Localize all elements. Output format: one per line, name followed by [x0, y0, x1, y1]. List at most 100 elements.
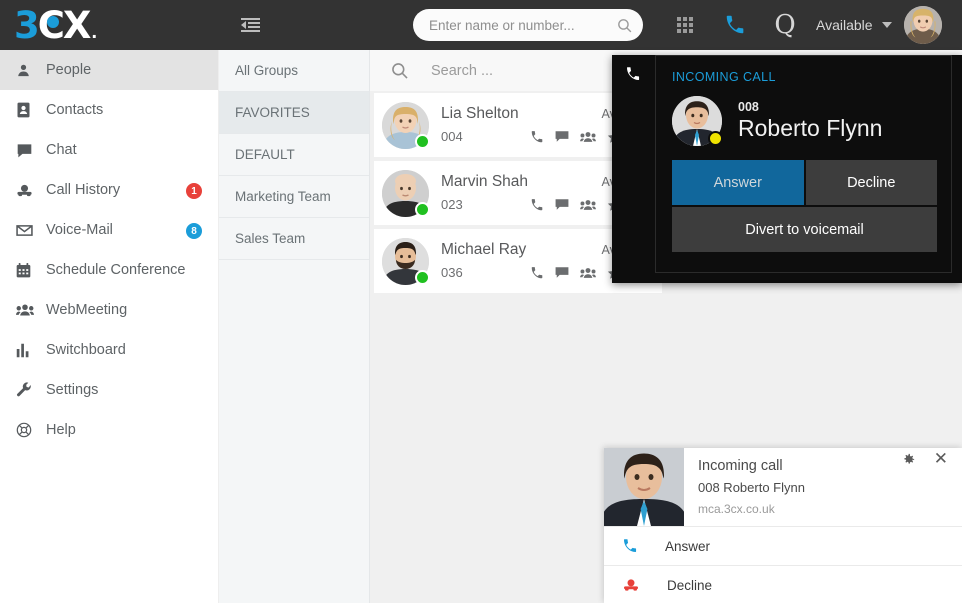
answer-button[interactable]: Answer: [672, 160, 804, 205]
chevron-down-icon: [881, 22, 892, 28]
divert-to-voicemail-button[interactable]: Divert to voicemail: [672, 207, 937, 252]
queue-button[interactable]: Q: [760, 0, 810, 50]
close-icon[interactable]: ✕: [934, 450, 948, 467]
top-bar: 3 CX . Enter name or number... Q Availab…: [0, 0, 962, 50]
notification-title: Incoming call: [698, 458, 783, 474]
presence-dot: [415, 269, 430, 285]
presence-dot: [415, 133, 430, 149]
top-actions: Q Available: [660, 0, 942, 50]
notification-answer-action[interactable]: Answer: [604, 526, 962, 565]
contact-card-icon: [16, 102, 46, 118]
apps-grid-button[interactable]: [660, 0, 710, 50]
notification-header: Incoming call 008 Roberto Flynn mca.3cx.…: [604, 448, 962, 526]
app-root: 3 CX . Enter name or number... Q Availab…: [0, 0, 962, 603]
phone-hangup-icon: [624, 579, 638, 591]
groups-panel: All Groups FAVORITES DEFAULT Marketing T…: [219, 50, 370, 603]
incoming-call-body: INCOMING CALL 008 Roberto Flynn Answer D…: [655, 55, 952, 273]
presence-status-label: Available: [816, 17, 873, 33]
sidebar-item-label: Switchboard: [46, 342, 126, 358]
avatar-image: [903, 6, 942, 44]
presence-status-selector[interactable]: Available: [816, 17, 892, 33]
sidebar-item-people[interactable]: People: [0, 50, 218, 90]
voicemail-badge: 8: [186, 223, 202, 239]
sidebar-item-settings[interactable]: Settings: [0, 370, 218, 410]
calendar-icon: [16, 262, 46, 278]
group-label: All Groups: [235, 63, 299, 78]
sidebar-item-switchboard[interactable]: Switchboard: [0, 330, 218, 370]
sidebar-item-label: WebMeeting: [46, 302, 128, 318]
group-item-marketing-team[interactable]: Marketing Team: [219, 176, 369, 218]
presence-dot: [415, 201, 430, 217]
sidebar-item-contacts[interactable]: Contacts: [0, 90, 218, 130]
group-people-icon[interactable]: [580, 199, 597, 211]
call-panel-tab[interactable]: [612, 55, 653, 93]
phone-icon[interactable]: [530, 130, 544, 144]
avatar-image: [604, 448, 684, 526]
group-item-all-groups[interactable]: All Groups: [219, 50, 369, 92]
group-item-default[interactable]: DEFAULT: [219, 134, 369, 176]
app-grid-icon: [677, 17, 693, 33]
caller-extension: 008: [738, 100, 759, 114]
phone-icon: [624, 539, 637, 552]
group-people-icon: [16, 303, 46, 317]
sidebar-item-label: Chat: [46, 142, 77, 158]
chat-bubble-icon[interactable]: [555, 130, 569, 143]
group-label: Sales Team: [235, 231, 306, 246]
group-item-sales-team[interactable]: Sales Team: [219, 218, 369, 260]
sidebar-item-label: Schedule Conference: [46, 262, 186, 278]
phone-icon: [626, 67, 639, 80]
lifebuoy-icon: [16, 422, 46, 438]
sidebar-item-voicemail[interactable]: Voice-Mail 8: [0, 210, 218, 250]
sidebar-item-label: People: [46, 62, 92, 78]
group-people-icon[interactable]: [580, 131, 597, 143]
notification-source: mca.3cx.co.uk: [698, 502, 775, 516]
group-people-icon[interactable]: [580, 267, 597, 279]
sidebar-item-webmeeting[interactable]: WebMeeting: [0, 290, 218, 330]
phone-icon: [726, 15, 744, 34]
notification-action-label: Answer: [665, 538, 711, 554]
caller-identity: 008 Roberto Flynn: [672, 96, 937, 146]
sidebar-item-label: Voice-Mail: [46, 222, 113, 238]
call-action-buttons: Answer Decline: [672, 160, 937, 205]
notification-caller-photo: [604, 448, 684, 526]
bar-chart-icon: [16, 343, 46, 358]
call-history-badge: 1: [186, 183, 202, 199]
sidebar-item-label: Call History: [46, 182, 121, 198]
incoming-call-notification: Incoming call 008 Roberto Flynn mca.3cx.…: [604, 448, 962, 603]
contact-extension: 036: [441, 265, 463, 280]
contact-name: Marvin Shah: [441, 172, 529, 190]
caller-meta: 008 Roberto Flynn: [738, 100, 882, 142]
contact-extension: 023: [441, 197, 463, 212]
decline-button[interactable]: Decline: [805, 160, 937, 205]
caller-avatar: [672, 96, 723, 146]
gear-icon[interactable]: [901, 452, 916, 472]
phone-icon[interactable]: [530, 266, 544, 280]
sidebar-item-help[interactable]: Help: [0, 410, 218, 450]
contact-name: Lia Shelton: [441, 104, 519, 122]
sidebar: People Contacts Chat Call History 1 Voic…: [0, 50, 219, 603]
dialer-button[interactable]: [710, 0, 760, 50]
chat-bubble-icon[interactable]: [555, 266, 569, 279]
chat-bubble-icon[interactable]: [555, 198, 569, 211]
incoming-call-panel: INCOMING CALL 008 Roberto Flynn Answer D…: [612, 55, 962, 283]
sidebar-item-call-history[interactable]: Call History 1: [0, 170, 218, 210]
telephone-icon: [16, 183, 46, 198]
incoming-call-heading: INCOMING CALL: [672, 70, 776, 84]
brand-logo[interactable]: 3 CX .: [0, 0, 219, 50]
contact-extension: 004: [441, 129, 463, 144]
group-label: Marketing Team: [235, 189, 331, 204]
group-item-favorites[interactable]: FAVORITES: [219, 92, 369, 134]
search-input[interactable]: [429, 17, 616, 33]
sidebar-item-schedule-conference[interactable]: Schedule Conference: [0, 250, 218, 290]
notification-decline-action[interactable]: Decline: [604, 565, 962, 603]
phone-icon[interactable]: [530, 198, 544, 212]
menu-collapse-button[interactable]: [225, 0, 275, 50]
user-avatar[interactable]: [903, 6, 942, 44]
avatar: [382, 101, 430, 149]
global-search[interactable]: [413, 9, 643, 41]
sidebar-item-chat[interactable]: Chat: [0, 130, 218, 170]
logo-letters: CX: [37, 3, 92, 47]
chat-bubble-icon: [16, 143, 46, 158]
avatar: [382, 169, 430, 217]
sidebar-item-label: Settings: [46, 382, 99, 398]
